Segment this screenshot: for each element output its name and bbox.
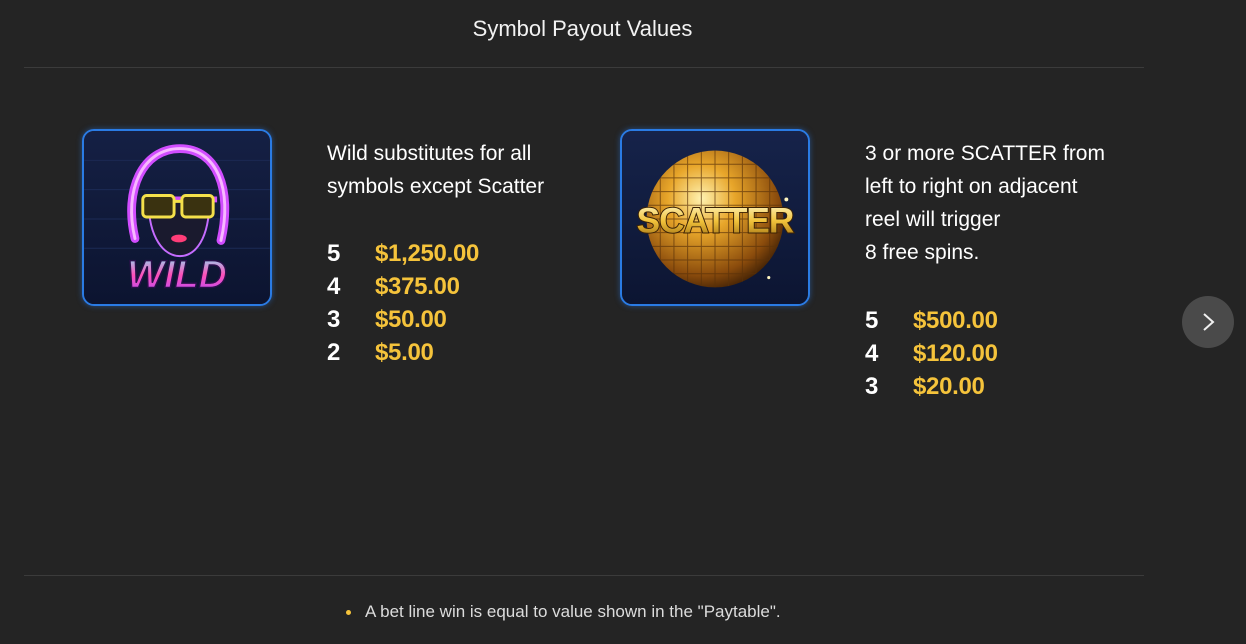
payout-amount: $20.00 xyxy=(913,372,985,400)
payout-amount: $120.00 xyxy=(913,339,998,367)
payout-row: 5 $1,250.00 xyxy=(327,237,479,270)
payout-count: 4 xyxy=(865,339,879,367)
wild-symbol-image: WILD xyxy=(82,129,272,306)
payout-count: 5 xyxy=(865,306,879,334)
description-line: symbols except Scatter xyxy=(327,175,545,198)
payout-row: 3 $20.00 xyxy=(865,370,998,403)
payout-row: 4 $120.00 xyxy=(865,337,998,370)
paytable-page: Symbol Payout Values WILD Wild substitut… xyxy=(0,0,1246,644)
payout-amount: $50.00 xyxy=(375,305,447,333)
payout-row: 5 $500.00 xyxy=(865,304,998,337)
payout-count: 5 xyxy=(327,239,341,267)
top-divider xyxy=(24,67,1144,68)
wild-description: Wild substitutes for all symbols except … xyxy=(327,137,544,203)
description-line: left to right on adjacent xyxy=(865,175,1078,198)
next-page-button[interactable] xyxy=(1182,296,1234,348)
payout-amount: $5.00 xyxy=(375,338,434,366)
payout-count: 3 xyxy=(865,372,879,400)
description-line: 8 free spins. xyxy=(865,241,980,264)
scatter-symbol-image: SCATTER xyxy=(620,129,810,306)
wild-payout-list: 5 $1,250.00 4 $375.00 3 $50.00 2 $5.00 xyxy=(327,237,479,369)
bullet-icon xyxy=(346,609,351,615)
payout-count: 3 xyxy=(327,305,341,333)
chevron-right-icon xyxy=(1203,313,1215,331)
bottom-divider xyxy=(24,575,1144,576)
payout-row: 4 $375.00 xyxy=(327,270,479,303)
payout-amount: $375.00 xyxy=(375,272,460,300)
payout-count: 4 xyxy=(327,272,341,300)
footer-note-text: A bet line win is equal to value shown i… xyxy=(365,602,781,621)
payout-amount: $1,250.00 xyxy=(375,239,480,267)
payout-amount: $500.00 xyxy=(913,306,998,334)
payout-row: 2 $5.00 xyxy=(327,336,479,369)
description-line: 3 or more SCATTER from xyxy=(865,142,1105,165)
svg-text:WILD: WILD xyxy=(127,253,227,296)
scatter-description: 3 or more SCATTER from left to right on … xyxy=(865,137,1105,269)
scatter-payout-list: 5 $500.00 4 $120.00 3 $20.00 xyxy=(865,304,998,403)
payout-count: 2 xyxy=(327,338,341,366)
footer-note: A bet line win is equal to value shown i… xyxy=(346,602,781,622)
description-line: reel will trigger xyxy=(865,208,1001,231)
description-line: Wild substitutes for all xyxy=(327,142,532,165)
page-title: Symbol Payout Values xyxy=(472,16,693,41)
payout-row: 3 $50.00 xyxy=(327,303,479,336)
svg-text:SCATTER: SCATTER xyxy=(637,202,794,241)
